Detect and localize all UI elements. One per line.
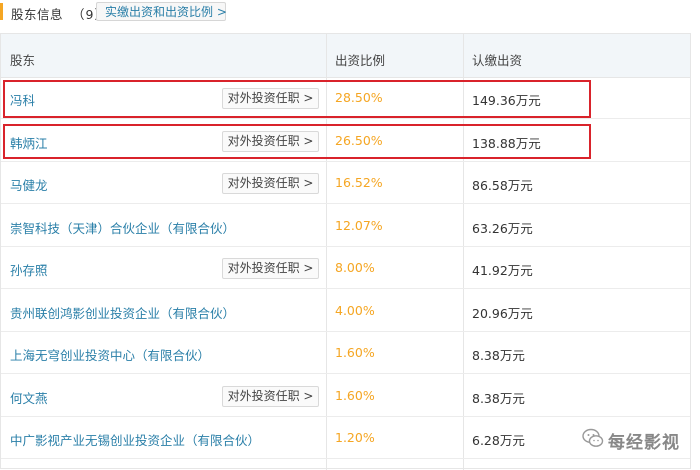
shareholder-header: 股东信息 （9） 实缴出资和出资比例 > (0, 0, 700, 24)
table-row: 崇智科技（天津）合伙企业（有限合伙） 12.07% 63.26万元 (1, 205, 690, 247)
capital-ratio: 8.00% (335, 260, 375, 275)
capital-ratio: 16.52% (335, 175, 383, 190)
capital-ratio: 1.60% (335, 345, 375, 360)
shareholder-name-link[interactable]: 马健龙 (10, 175, 48, 194)
capital-ratio: 1.20% (335, 430, 375, 445)
subscribed-capital: 63.26万元 (472, 220, 533, 236)
subscribed-capital: 86.58万元 (472, 178, 533, 193)
subscribed-capital: 6.28万元 (472, 433, 525, 448)
shareholder-name-link[interactable]: 孙存照 (10, 260, 48, 279)
external-investment-button[interactable]: 对外投资任职 > (222, 385, 319, 407)
wechat-icon (582, 428, 604, 447)
external-investment-button[interactable]: 对外投资任职 > (222, 258, 319, 279)
subscribed-capital: 41.92万元 (472, 263, 533, 278)
table-row: 贵州联创鸿影创业投资企业（有限合伙） 4.00% 20.96万元 (1, 290, 690, 332)
external-investment-button[interactable]: 对外投资任职 > (222, 173, 319, 194)
shareholder-name-link[interactable]: 何文燕 (10, 388, 48, 407)
capital-ratio: 1.60% (335, 387, 375, 403)
section-accent-bar (0, 3, 3, 20)
capital-ratio: 12.07% (335, 217, 383, 233)
table-row: 马健龙 对外投资任职 > 16.52% 86.58万元 (1, 162, 690, 204)
section-title: 股东信息 (11, 7, 64, 22)
shareholder-name-link[interactable]: 中广影视产业无锡创业投资企业（有限合伙） (10, 430, 260, 449)
column-header-shareholder: 股东 (10, 53, 36, 68)
table-header: 股东 出资比例 认缴出资 (1, 34, 690, 78)
subscribed-capital: 20.96万元 (472, 305, 533, 321)
column-header-ratio: 出资比例 (335, 53, 386, 68)
watermark-text: 每经影视 (608, 433, 680, 453)
shareholder-name-link[interactable]: 崇智科技（天津）合伙企业（有限合伙） (10, 218, 235, 237)
table-row: 何文燕 对外投资任职 > 1.60% 8.38万元 (1, 375, 690, 417)
watermark: 每经影视 (582, 426, 692, 453)
subscribed-capital: 8.38万元 (472, 348, 525, 363)
highlight-box-row-2 (3, 124, 591, 159)
highlight-box-row-1 (3, 80, 591, 118)
shareholder-name-link[interactable]: 贵州联创鸿影创业投资企业（有限合伙） (10, 303, 235, 322)
capital-ratio: 4.00% (335, 302, 375, 318)
table-row: 上海无穹创业投资中心（有限合伙） 1.60% 8.38万元 (1, 332, 690, 374)
shareholder-name-link[interactable]: 上海无穹创业投资中心（有限合伙） (10, 345, 210, 364)
column-header-amount: 认缴出资 (472, 53, 523, 68)
paid-capital-ratio-button[interactable]: 实缴出资和出资比例 > (96, 2, 227, 21)
table-row: 孙存照 对外投资任职 > 8.00% 41.92万元 (1, 247, 690, 289)
subscribed-capital: 8.38万元 (472, 390, 525, 406)
